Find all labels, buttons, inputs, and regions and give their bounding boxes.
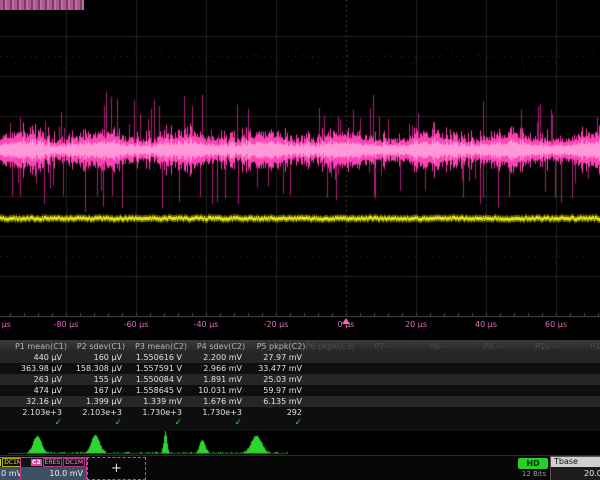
measure-cell: 1.730e+3 (125, 408, 182, 417)
measure-cell: 32.16 µV (5, 397, 62, 406)
measure-header[interactable]: P3 mean(C2) (135, 342, 187, 351)
axis-tick-label: -20 µs (264, 320, 289, 329)
measure-header[interactable]: P1 mean(C1) (15, 342, 67, 351)
measurement-table-header: P1 mean(C1) P2 sdev(C1) P3 mean(C2) P4 sdev… (0, 340, 600, 352)
measure-cell: 1.676 mV (185, 397, 242, 406)
measure-cell: 363.98 µV (5, 364, 62, 373)
hd-mode-badge[interactable]: HD (518, 458, 548, 469)
measure-cell: 27.97 mV (245, 353, 302, 362)
measure-cell: 2.200 mV (185, 353, 242, 362)
measure-header[interactable]: P9 --- (483, 342, 504, 351)
timebase-axis: -100 µs-80 µs-60 µs-40 µs-20 µs0 µs20 µs… (0, 317, 600, 332)
measure-status-row: ✓✓✓✓✓ (0, 418, 600, 431)
axis-tick-label: -80 µs (54, 320, 79, 329)
measure-header[interactable]: P4 sdev(C2) (197, 342, 245, 351)
measure-cell: 33.477 mV (245, 364, 302, 373)
c1-badge: C1 (0, 459, 1, 466)
status-check-icon: ✓ (245, 418, 302, 428)
measure-cell: 1.399 µV (65, 397, 122, 406)
measure-cell: 2.103e+3 (5, 408, 62, 417)
measure-header[interactable]: P5 pkpk(C2) (257, 342, 306, 351)
top-left-badge (0, 0, 84, 10)
measure-cell: 474 µV (5, 386, 62, 395)
measure-cell: 167 µV (65, 386, 122, 395)
status-check-icon: ✓ (65, 418, 122, 428)
c2-eres-tag: ERES (43, 458, 63, 467)
measure-cell: 1.550084 V (125, 375, 182, 384)
timebase-descriptor[interactable]: Tbase 20.0 µs (550, 456, 600, 480)
measurement-table: P1 mean(C1) P2 sdev(C1) P3 mean(C2) P4 sdev… (0, 340, 600, 432)
measure-row: 363.98 µV158.308 µV1.557591 V2.966 mV33.… (0, 363, 600, 374)
measure-cell: 160 µV (65, 353, 122, 362)
measure-row: 2.103e+32.103e+31.730e+31.730e+3292 (0, 407, 600, 418)
measure-cell: 1.558645 V (125, 386, 182, 395)
measure-cell: 263 µV (5, 375, 62, 384)
axis-tick-label: 20 µs (405, 320, 427, 329)
measure-cell: 440 µV (5, 353, 62, 362)
add-trace-button[interactable]: + (87, 457, 146, 480)
measure-row: 440 µV160 µV1.550616 V2.200 mV27.97 mV (0, 352, 600, 363)
c2-badge: C2 (31, 459, 42, 466)
axis-tick-label: -40 µs (194, 320, 219, 329)
axis-tick-label: 40 µs (475, 320, 497, 329)
c2-coupling-tag: DC1M (63, 458, 85, 467)
measure-row: 32.16 µV1.399 µV1.339 mV1.676 mV6.135 mV (0, 396, 600, 407)
descriptor-bar: C1 DC1M 10.0 mV C2 ERES DC1M 10.0 mV + (0, 455, 600, 480)
measure-row: 263 µV155 µV1.550084 V1.891 mV25.03 mV (0, 374, 600, 385)
measure-cell: 292 (245, 408, 302, 417)
c2-scale: 10.0 mV (21, 467, 86, 480)
measure-cell: 1.550616 V (125, 353, 182, 362)
measure-header[interactable]: P11 (590, 342, 600, 351)
measure-cell: 1.557591 V (125, 364, 182, 373)
measure-cell: 6.135 mV (245, 397, 302, 406)
measure-cell: 25.03 mV (245, 375, 302, 384)
status-check-icon: ✓ (5, 418, 62, 428)
axis-tick-label: -100 µs (0, 320, 11, 329)
measure-cell: 2.966 mV (185, 364, 242, 373)
axis-tick-label: -60 µs (124, 320, 149, 329)
measure-header[interactable]: P8 --- (429, 342, 450, 351)
measure-header[interactable]: P6 pkpk(C3) (306, 342, 355, 351)
trigger-position-icon[interactable] (342, 318, 350, 324)
measure-cell: 1.730e+3 (185, 408, 242, 417)
measure-header[interactable]: P10 --- (535, 342, 561, 351)
status-check-icon: ✓ (125, 418, 182, 428)
measure-row: 474 µV167 µV1.558645 V10.031 mV59.97 mV (0, 385, 600, 396)
measure-cell: 158.308 µV (65, 364, 122, 373)
channel-c2-descriptor[interactable]: C2 ERES DC1M 10.0 mV (20, 457, 87, 480)
measure-header[interactable]: P2 sdev(C1) (77, 342, 125, 351)
status-check-icon: ✓ (185, 418, 242, 428)
hd-bits-label: 12 Bits (518, 470, 550, 478)
measure-cell: 1.339 mV (125, 397, 182, 406)
measure-cell: 155 µV (65, 375, 122, 384)
timebase-value: 20.0 µs (551, 467, 600, 480)
axis-tick-label: 60 µs (545, 320, 567, 329)
measure-cell: 59.97 mV (245, 386, 302, 395)
measure-cell: 10.031 mV (185, 386, 242, 395)
measure-cell: 2.103e+3 (65, 408, 122, 417)
measure-cell: 1.891 mV (185, 375, 242, 384)
measure-header[interactable]: P7 --- (374, 342, 395, 351)
oscilloscope-screen: -100 µs-80 µs-60 µs-40 µs-20 µs0 µs20 µs… (0, 0, 600, 480)
timebase-title: Tbase (551, 457, 600, 467)
